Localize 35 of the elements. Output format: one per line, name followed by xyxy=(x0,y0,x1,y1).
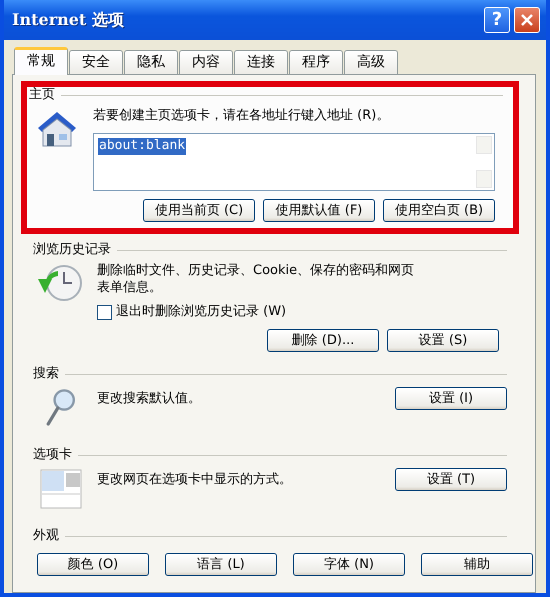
appearance-button[interactable]: 颜色 (O) xyxy=(37,553,149,576)
tab[interactable]: 高级 xyxy=(344,50,398,74)
appearance-button[interactable]: 字体 (N) xyxy=(293,553,405,576)
tab[interactable]: 常规 xyxy=(14,47,68,75)
dialog-button[interactable]: 设置 (S) xyxy=(387,329,499,352)
dialog-button[interactable]: 使用默认值 (F) xyxy=(263,198,375,222)
description: 更改搜索默认值。 xyxy=(97,391,201,408)
settings-button[interactable]: 设置 (I) xyxy=(395,387,507,410)
description: 删除临时文件、历史记录、Cookie、保存的密码和网页表单信息。 xyxy=(97,262,416,296)
tab[interactable]: 安全 xyxy=(69,50,123,74)
dialog-button[interactable]: 使用空白页 (B) xyxy=(383,198,495,222)
help-button[interactable]: ? xyxy=(484,7,510,33)
appearance-button[interactable]: 语言 (L) xyxy=(165,553,277,576)
dialog-button[interactable]: 使用当前页 (C) xyxy=(143,198,255,222)
tab[interactable]: 程序 xyxy=(289,50,343,74)
checkbox-label: 退出时删除浏览历史记录 (W) xyxy=(116,304,286,322)
window-icon xyxy=(39,468,83,510)
group-heading: 主页 xyxy=(29,87,55,104)
tab[interactable]: 连接 xyxy=(234,50,288,74)
dialog-button[interactable]: 删除 (D)... xyxy=(267,329,379,352)
group-heading: 搜索 xyxy=(33,366,59,384)
group-heading: 浏览历史记录 xyxy=(33,242,111,259)
tab[interactable]: 内容 xyxy=(179,50,233,74)
window-title: Internet 选项 xyxy=(12,10,124,30)
selected-url: about:blank xyxy=(98,138,186,155)
close-button[interactable] xyxy=(514,7,540,33)
group-heading: 选项卡 xyxy=(33,447,72,464)
description: 若要创建主页选项卡，请在各地址行键入地址 (R)。 xyxy=(93,108,390,125)
tab[interactable]: 隐私 xyxy=(124,50,178,74)
checkbox[interactable] xyxy=(97,305,112,320)
settings-button[interactable]: 设置 (T) xyxy=(395,468,507,492)
description: 更改网页在选项卡中显示的方式。 xyxy=(97,472,292,490)
close-icon xyxy=(520,13,534,27)
appearance-button[interactable]: 辅助 xyxy=(421,553,533,576)
group-heading: 外观 xyxy=(33,528,59,546)
